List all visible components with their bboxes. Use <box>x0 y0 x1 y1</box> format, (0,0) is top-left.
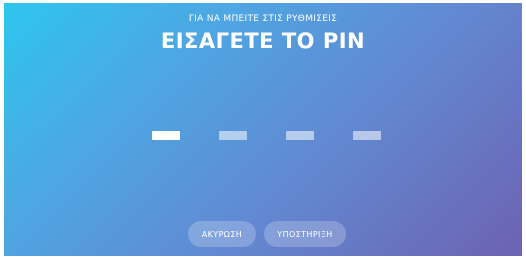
support-button[interactable]: ΥΠΟΣΤΗΡΙΞΗ <box>264 221 346 247</box>
page-subtitle: ΓΙΑ ΝΑ ΜΠΕΙΤΕ ΣΤΙΣ ΡΥΘΜΙΣΕΙΣ <box>188 14 338 24</box>
pin-digit-slot-2[interactable] <box>219 131 247 140</box>
pin-digit-slot-1[interactable] <box>152 131 180 140</box>
page-title: ΕΙΣΑΓΕΤΕ ΤΟ PIN <box>160 29 366 53</box>
cancel-button[interactable]: ΑΚΥΡΩΣΗ <box>188 221 256 247</box>
pin-entry-screen: ΓΙΑ ΝΑ ΜΠΕΙΤΕ ΣΤΙΣ ΡΥΘΜΙΣΕΙΣ ΕΙΣΑΓΕΤΕ ΤΟ… <box>4 3 522 256</box>
pin-input[interactable] <box>152 131 382 143</box>
pin-digit-slot-3[interactable] <box>286 131 314 140</box>
pin-digit-slot-4[interactable] <box>353 131 381 140</box>
